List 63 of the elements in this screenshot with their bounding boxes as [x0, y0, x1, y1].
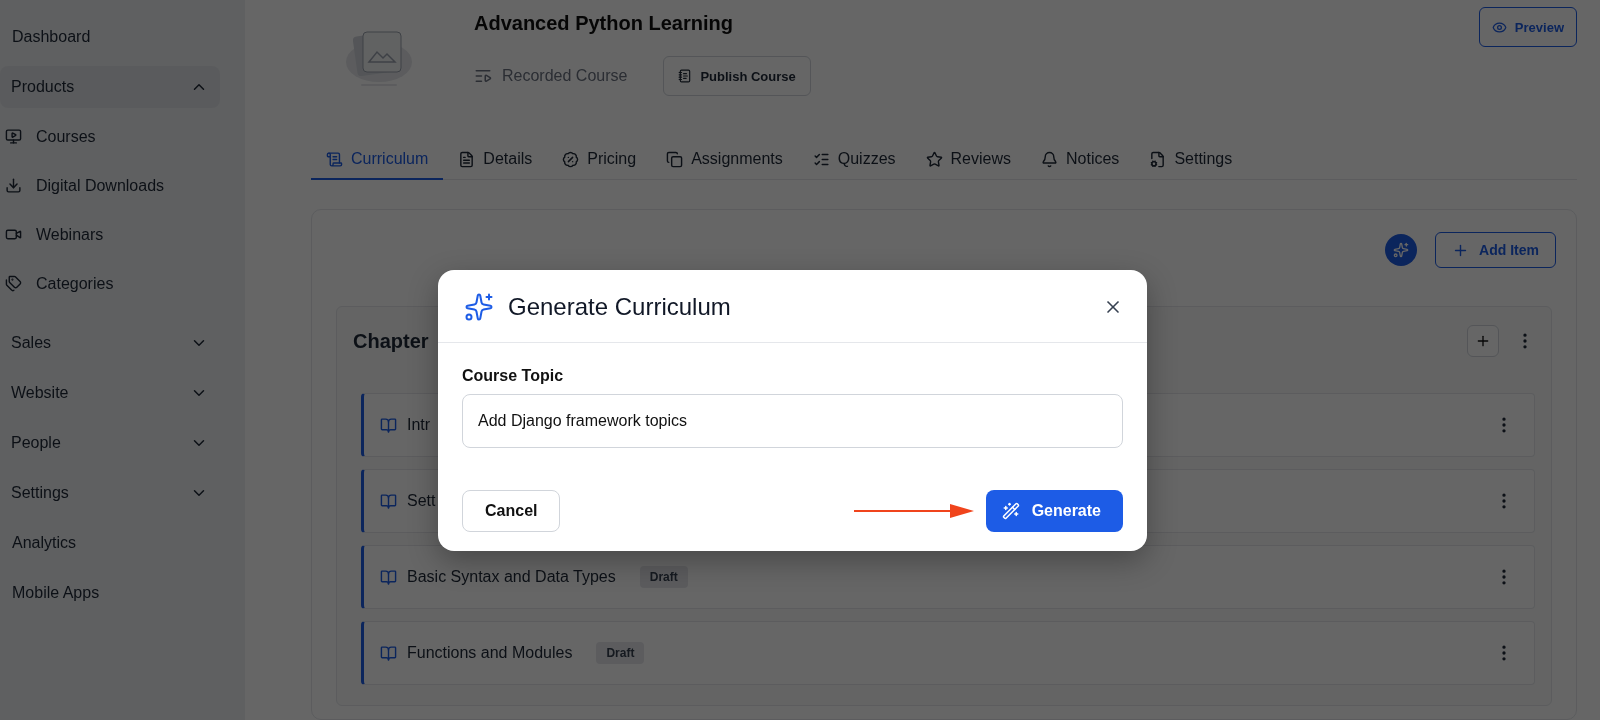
status-badge: Draft — [596, 642, 645, 664]
sidebar-group[interactable]: Settings — [0, 472, 220, 514]
generate-button[interactable]: Generate — [985, 490, 1123, 532]
sidebar-item[interactable]: Analytics — [0, 522, 220, 564]
add-item-button[interactable]: Add Item — [1435, 232, 1556, 268]
status-badge: Draft — [639, 566, 688, 588]
sidebar-item[interactable]: Mobile Apps — [0, 572, 220, 614]
tab[interactable]: Pricing — [547, 140, 652, 180]
magic-wand-icon — [1001, 502, 1020, 520]
plus-icon — [1475, 333, 1491, 349]
download-icon — [5, 177, 22, 194]
chapter-title: Chapter — [353, 329, 429, 353]
lesson-row[interactable]: Basic Syntax and Data Types Draft — [361, 545, 1535, 609]
sidebar-item[interactable]: Dashboard — [0, 16, 220, 58]
tab[interactable]: Details — [443, 140, 548, 180]
eye-icon — [1491, 19, 1507, 35]
sparkles-icon — [1393, 242, 1410, 258]
sparkles-icon — [464, 292, 494, 322]
sidebar-subitem[interactable]: Categories — [0, 259, 245, 308]
tab[interactable]: Curriculum — [311, 140, 444, 180]
scroll-icon — [326, 150, 343, 168]
topic-input-field[interactable]: Add Django framework topics — [462, 394, 1123, 448]
sidebar-group[interactable]: People — [0, 422, 220, 464]
dialog-title: Generate Curriculum — [508, 293, 732, 321]
percent-badge-icon — [562, 150, 580, 168]
sidebar-group[interactable]: Website — [0, 372, 220, 414]
copy-icon — [666, 150, 684, 168]
sidebar-subitem[interactable]: Courses — [0, 112, 245, 161]
tab[interactable]: Notices — [1026, 140, 1135, 180]
arrow-icon — [853, 502, 974, 520]
sidebar-subitem[interactable]: Webinars — [0, 210, 245, 259]
lesson-title: Functions and Modules — [407, 644, 573, 662]
list-play-icon — [474, 67, 492, 85]
lesson-row[interactable]: Functions and Modules Draft — [361, 621, 1535, 685]
sidebar-group[interactable]: Sales — [0, 322, 220, 364]
tab[interactable]: Assignments — [651, 140, 798, 180]
monitor-icon — [5, 128, 22, 145]
add-lesson-button[interactable] — [1467, 325, 1499, 357]
star-icon — [925, 150, 943, 168]
lesson-title: Intr — [407, 416, 431, 434]
field-label: Course Topic — [462, 367, 565, 385]
tab[interactable]: Reviews — [910, 140, 1026, 180]
lesson-title: Sett — [407, 492, 436, 510]
lesson-title: Basic Syntax and Data Types — [407, 568, 616, 586]
preview-button[interactable]: Preview — [1478, 7, 1577, 47]
document-icon — [458, 150, 476, 168]
book-icon — [380, 644, 397, 662]
publish-course-button[interactable]: Publish Course — [663, 56, 811, 96]
course-title: Advanced Python Learning — [474, 12, 734, 35]
book-icon — [380, 492, 397, 510]
book-icon — [380, 416, 397, 434]
bell-icon — [1041, 150, 1058, 168]
cancel-button[interactable]: Cancel — [462, 490, 561, 532]
sidebar-subitem[interactable]: Digital Downloads — [0, 161, 245, 210]
sidebar-group[interactable]: Products — [0, 66, 220, 108]
ai-generate-button[interactable] — [1385, 234, 1418, 266]
tab[interactable]: Quizzes — [797, 140, 911, 180]
tab[interactable]: Settings — [1134, 140, 1248, 180]
notebook-icon — [678, 69, 693, 83]
file-gear-icon — [1149, 150, 1167, 168]
course-type: Recorded Course — [474, 67, 628, 85]
book-icon — [380, 568, 397, 586]
tags-icon — [5, 275, 22, 292]
